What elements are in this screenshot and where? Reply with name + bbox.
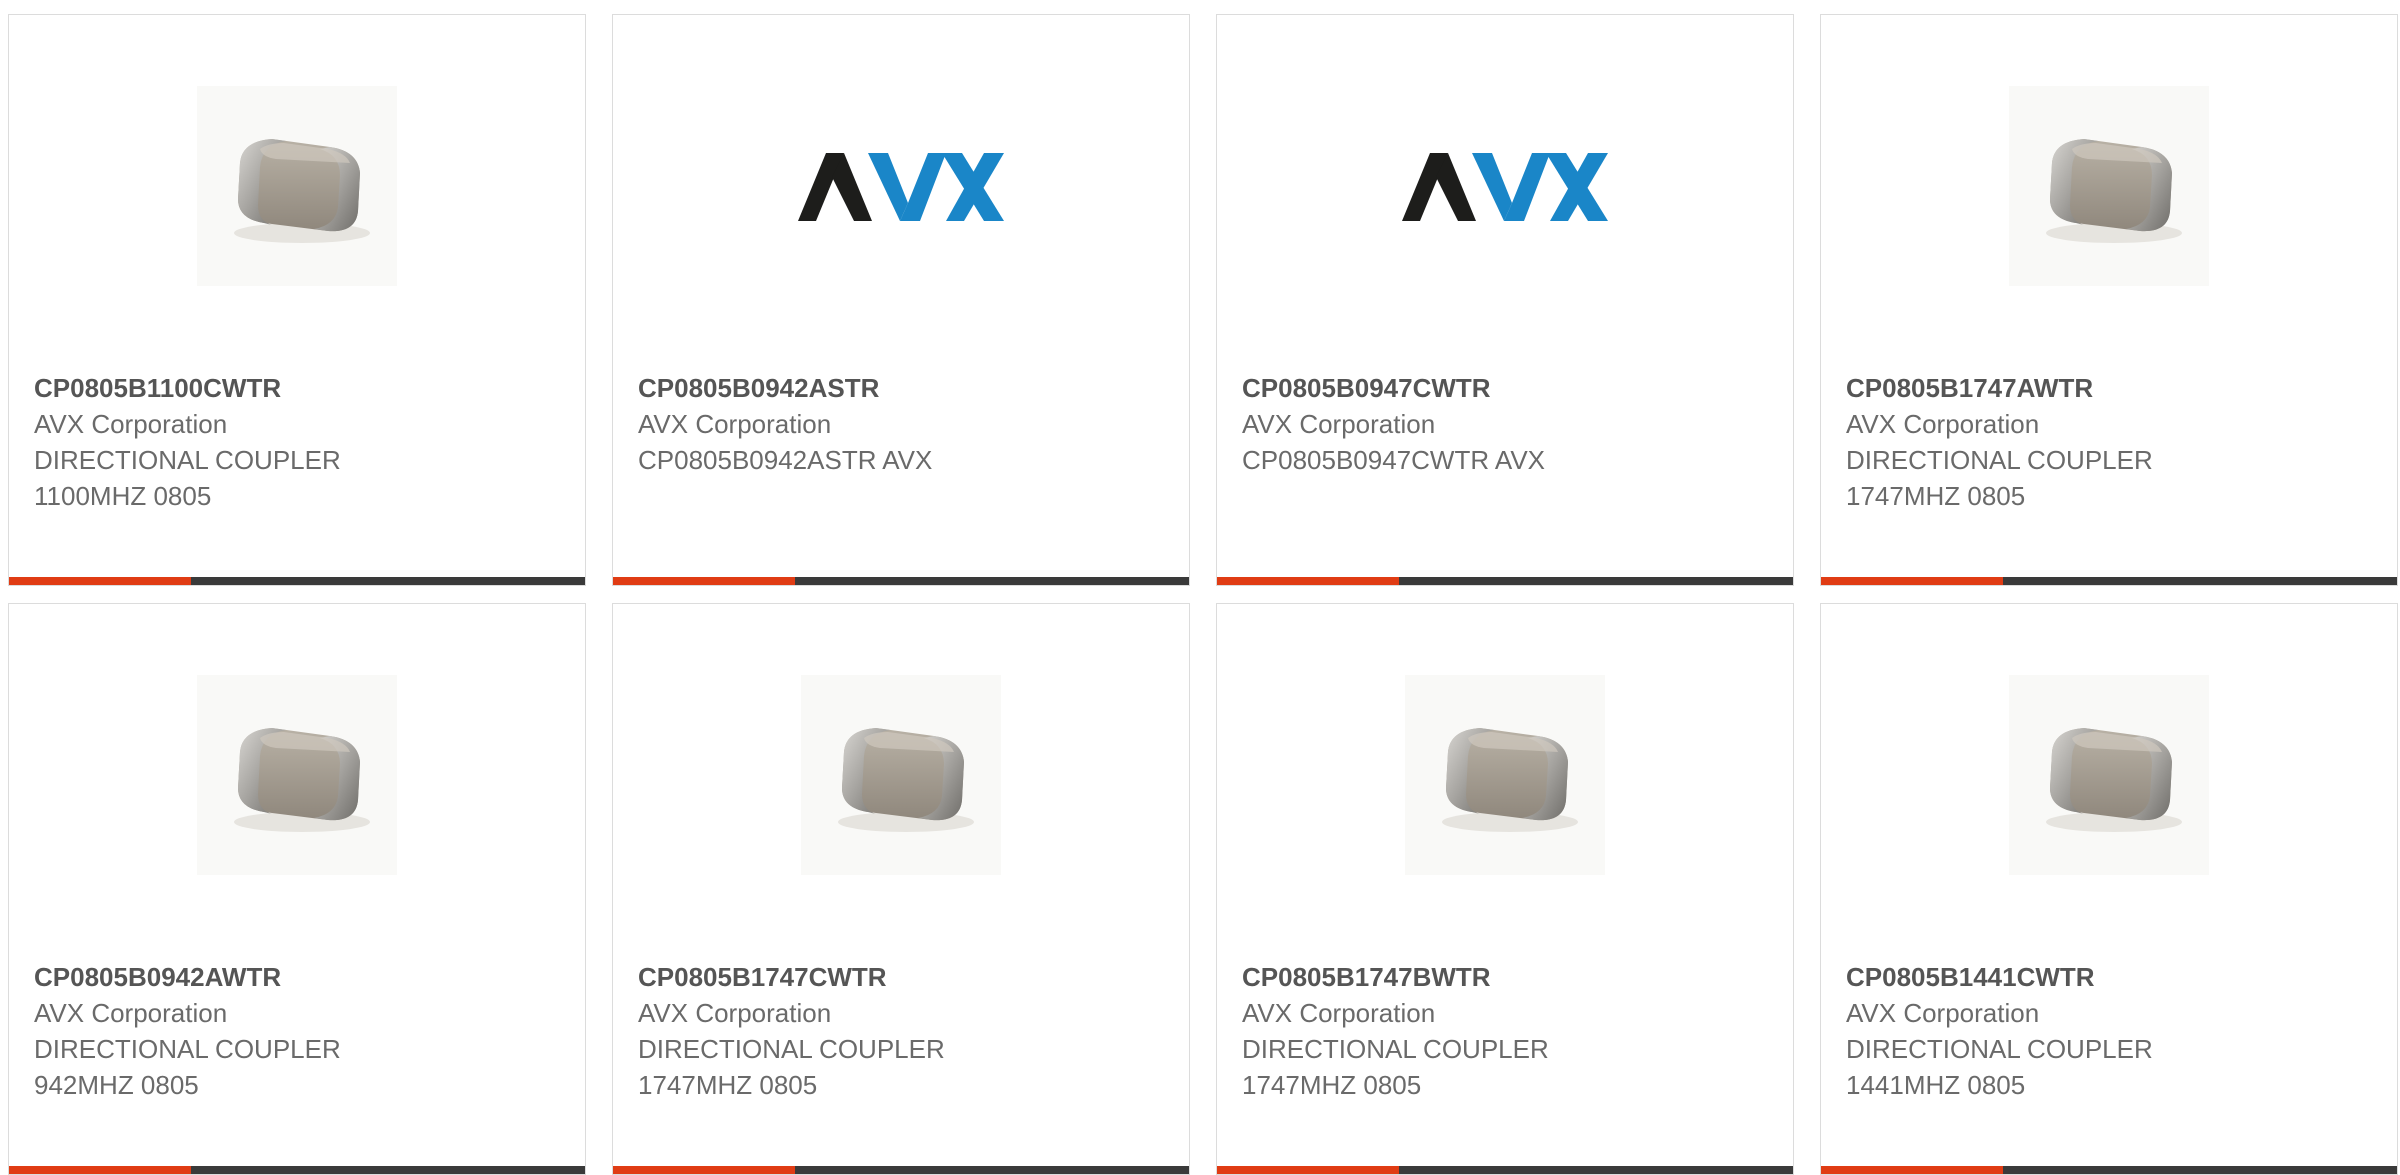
manufacturer: AVX Corporation bbox=[1242, 998, 1436, 1028]
product-image[interactable] bbox=[1405, 675, 1605, 875]
description-line-1: DIRECTIONAL COUPLER bbox=[34, 1034, 341, 1064]
manufacturer: AVX Corporation bbox=[638, 998, 832, 1028]
product-card[interactable]: CP0805B0942AWTR AVX Corporation DIRECTIO… bbox=[8, 603, 586, 1175]
part-number-link[interactable]: CP0805B0942ASTR bbox=[638, 370, 1168, 406]
chip-icon bbox=[197, 675, 397, 875]
description-line-1: DIRECTIONAL COUPLER bbox=[34, 445, 341, 475]
chip-icon bbox=[801, 675, 1001, 875]
card-footer-bar bbox=[9, 577, 585, 585]
card-footer-accent bbox=[613, 577, 795, 585]
manufacturer: AVX Corporation bbox=[638, 409, 832, 439]
part-number-link[interactable]: CP0805B1747BWTR bbox=[1242, 959, 1772, 995]
product-image[interactable] bbox=[2009, 86, 2209, 286]
card-footer-accent bbox=[9, 577, 191, 585]
chip-icon bbox=[2009, 86, 2209, 286]
product-card[interactable]: CP0805B0947CWTR AVX Corporation CP0805B0… bbox=[1216, 14, 1794, 586]
product-image[interactable] bbox=[197, 675, 397, 875]
chip-icon bbox=[197, 86, 397, 286]
card-footer-bar bbox=[613, 577, 1189, 585]
card-footer-bar bbox=[1821, 577, 2397, 585]
part-number-link[interactable]: CP0805B1100CWTR bbox=[34, 370, 564, 406]
description-line-2: 1747MHZ 0805 bbox=[1242, 1070, 1422, 1100]
product-card[interactable]: CP0805B1441CWTR AVX Corporation DIRECTIO… bbox=[1820, 603, 2398, 1175]
description-line-1: CP0805B0947CWTR AVX bbox=[1242, 445, 1545, 475]
part-number-link[interactable]: CP0805B1747CWTR bbox=[638, 959, 1168, 995]
card-footer-bar bbox=[9, 1166, 585, 1174]
product-card[interactable]: CP0805B1100CWTR AVX Corporation DIRECTIO… bbox=[8, 14, 586, 586]
chip-icon bbox=[2009, 675, 2209, 875]
card-footer-accent bbox=[9, 1166, 191, 1174]
card-footer-accent bbox=[1217, 1166, 1399, 1174]
description-line-2: 1100MHZ 0805 bbox=[34, 481, 212, 511]
product-image[interactable] bbox=[1405, 86, 1605, 286]
manufacturer: AVX Corporation bbox=[1846, 998, 2040, 1028]
product-card[interactable]: CP0805B1747CWTR AVX Corporation DIRECTIO… bbox=[612, 603, 1190, 1175]
manufacturer: AVX Corporation bbox=[1846, 409, 2040, 439]
avx-logo bbox=[796, 141, 1006, 231]
avx-logo bbox=[1400, 141, 1610, 231]
manufacturer: AVX Corporation bbox=[34, 998, 228, 1028]
description-line-2: 1441MHZ 0805 bbox=[1846, 1070, 2026, 1100]
card-footer-accent bbox=[1821, 577, 2003, 585]
description-line-1: DIRECTIONAL COUPLER bbox=[1846, 1034, 2153, 1064]
product-image[interactable] bbox=[197, 86, 397, 286]
product-image[interactable] bbox=[801, 675, 1001, 875]
description-line-2: 942MHZ 0805 bbox=[34, 1070, 199, 1100]
part-number-link[interactable]: CP0805B0942AWTR bbox=[34, 959, 564, 995]
description-line-2: 1747MHZ 0805 bbox=[1846, 481, 2026, 511]
card-footer-bar bbox=[613, 1166, 1189, 1174]
product-grid: CP0805B1100CWTR AVX Corporation DIRECTIO… bbox=[0, 0, 2400, 1175]
part-number-link[interactable]: CP0805B1747AWTR bbox=[1846, 370, 2376, 406]
manufacturer: AVX Corporation bbox=[1242, 409, 1436, 439]
description-line-1: DIRECTIONAL COUPLER bbox=[638, 1034, 945, 1064]
chip-icon bbox=[1405, 675, 1605, 875]
product-image[interactable] bbox=[801, 86, 1001, 286]
card-footer-bar bbox=[1821, 1166, 2397, 1174]
card-footer-bar bbox=[1217, 577, 1793, 585]
card-footer-accent bbox=[613, 1166, 795, 1174]
product-card[interactable]: CP0805B1747BWTR AVX Corporation DIRECTIO… bbox=[1216, 603, 1794, 1175]
part-number-link[interactable]: CP0805B1441CWTR bbox=[1846, 959, 2376, 995]
card-footer-accent bbox=[1217, 577, 1399, 585]
card-footer-accent bbox=[1821, 1166, 2003, 1174]
manufacturer: AVX Corporation bbox=[34, 409, 228, 439]
product-card[interactable]: CP0805B1747AWTR AVX Corporation DIRECTIO… bbox=[1820, 14, 2398, 586]
card-footer-bar bbox=[1217, 1166, 1793, 1174]
part-number-link[interactable]: CP0805B0947CWTR bbox=[1242, 370, 1772, 406]
description-line-1: DIRECTIONAL COUPLER bbox=[1846, 445, 2153, 475]
product-image[interactable] bbox=[2009, 675, 2209, 875]
product-card[interactable]: CP0805B0942ASTR AVX Corporation CP0805B0… bbox=[612, 14, 1190, 586]
description-line-1: DIRECTIONAL COUPLER bbox=[1242, 1034, 1549, 1064]
description-line-2: 1747MHZ 0805 bbox=[638, 1070, 818, 1100]
description-line-1: CP0805B0942ASTR AVX bbox=[638, 445, 933, 475]
